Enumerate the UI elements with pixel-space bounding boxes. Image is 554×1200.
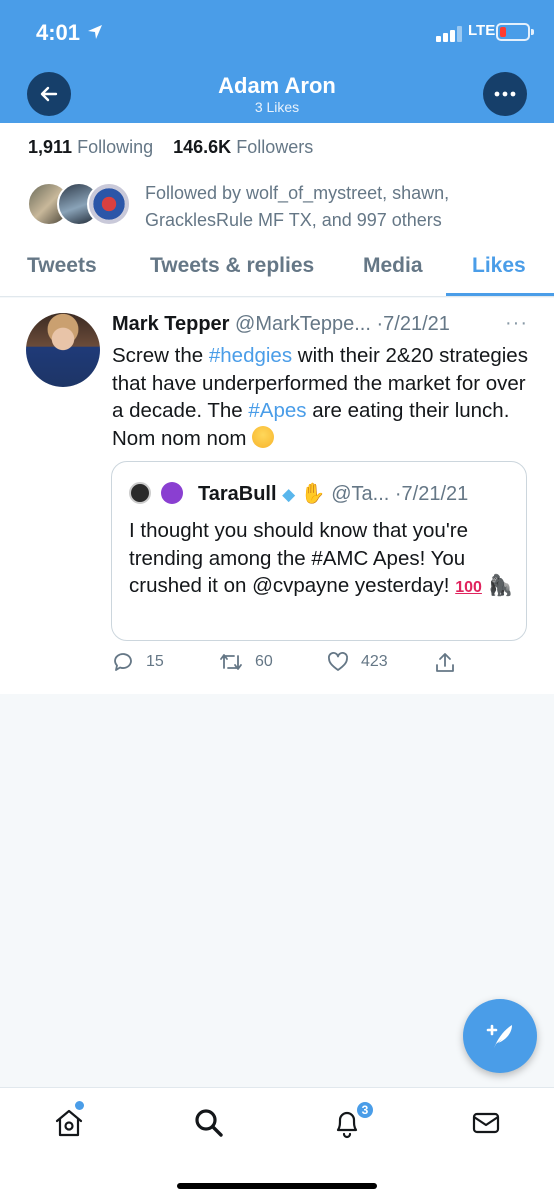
heart-icon xyxy=(328,652,348,671)
status-time: 4:01 xyxy=(36,20,81,45)
quoted-author-handle: @Ta... xyxy=(331,483,390,505)
more-options-button[interactable] xyxy=(483,72,527,116)
home-icon[interactable] xyxy=(53,1107,85,1139)
profile-section: 1,911 Following 146.6K Followers Followe… xyxy=(0,123,554,297)
like-button[interactable]: 423 xyxy=(327,651,388,673)
gem-emoji-icon: ◆ xyxy=(282,485,296,504)
hashtag-link[interactable]: #Apes xyxy=(248,399,306,422)
battery-tip xyxy=(531,29,534,35)
retweet-icon xyxy=(220,654,242,670)
followers-link[interactable]: 146.6K Followers xyxy=(173,137,313,157)
profile-tabs: Tweets Tweets & replies Media Likes xyxy=(0,250,554,297)
avatar xyxy=(129,482,151,504)
header: 4:01 LTE Adam Aron 3 Likes xyxy=(0,0,554,123)
like-count: 423 xyxy=(361,653,388,670)
follow-counts: 1,911 Following 146.6K Followers xyxy=(28,137,313,158)
reply-button[interactable]: 15 xyxy=(112,651,164,673)
gorilla-emoji-icon: 🦍 xyxy=(487,574,514,597)
yum-face-emoji-icon xyxy=(252,425,275,448)
quoted-tweet-date: ·7/21/21 xyxy=(394,483,469,505)
raised-hands-emoji-icon: ✋ xyxy=(300,483,326,505)
avatar xyxy=(87,182,131,226)
tab-likes[interactable]: Likes xyxy=(472,254,526,278)
avatar[interactable] xyxy=(26,313,100,387)
tweet-card[interactable]: Mark Tepper @MarkTeppe... ·7/21/21 ··· S… xyxy=(0,298,554,694)
quoted-tweet[interactable]: TaraBull ◆ ✋ @Ta... ·7/21/21 I thought y… xyxy=(111,461,527,641)
quoted-tweet-header: TaraBull ◆ ✋ @Ta... ·7/21/21 xyxy=(198,481,468,506)
tweet-header: Mark Tepper @MarkTeppe... ·7/21/21 xyxy=(112,313,450,336)
battery-icon xyxy=(496,23,530,41)
compose-tweet-button[interactable] xyxy=(463,999,537,1073)
share-icon xyxy=(436,653,454,672)
mail-icon[interactable] xyxy=(470,1107,502,1139)
network-type: LTE xyxy=(468,22,496,39)
tweet-text: Screw the #hedgies with their 2&20 strat… xyxy=(112,344,528,450)
retweet-count: 60 xyxy=(255,653,273,670)
followed-by-avatars[interactable] xyxy=(27,182,137,230)
home-new-dot xyxy=(75,1101,84,1110)
notification-badge: 3 xyxy=(355,1100,375,1120)
tweet-author-handle: @MarkTeppe... xyxy=(235,313,371,335)
location-arrow-icon xyxy=(88,25,102,39)
status-bar: 4:01 LTE xyxy=(0,0,554,64)
followed-by-text[interactable]: Followed by wolf_of_mystreet, shawn, Gra… xyxy=(145,180,525,234)
tweet-date: ·7/21/21 xyxy=(376,313,450,335)
quoted-author-name: TaraBull xyxy=(198,483,277,505)
comment-icon xyxy=(114,653,132,671)
tab-tweets-and-replies[interactable]: Tweets & replies xyxy=(150,254,314,278)
active-tab-indicator xyxy=(446,293,554,296)
tweet-more-button[interactable]: ··· xyxy=(505,312,528,335)
reply-count: 15 xyxy=(146,653,164,670)
purple-circle-emoji-icon xyxy=(161,482,183,504)
hundred-points-emoji-icon: 100 xyxy=(455,579,482,596)
quoted-tweet-text: I thought you should know that you're tr… xyxy=(129,519,514,597)
compose-icon xyxy=(486,1024,512,1048)
likes-count-subtitle: 3 Likes xyxy=(254,99,300,115)
search-icon[interactable] xyxy=(193,1107,225,1139)
ellipsis-icon xyxy=(494,91,516,97)
home-indicator xyxy=(177,1183,377,1189)
share-button[interactable] xyxy=(433,651,457,675)
hashtag-link[interactable]: #hedgies xyxy=(209,344,292,367)
tweet-author-name[interactable]: Mark Tepper xyxy=(112,313,229,335)
tab-media[interactable]: Media xyxy=(363,254,423,278)
tweet-actions: 15 60 423 xyxy=(0,651,554,677)
retweet-button[interactable]: 60 xyxy=(219,651,273,673)
following-link[interactable]: 1,911 Following xyxy=(28,137,153,157)
tab-tweets[interactable]: Tweets xyxy=(27,254,97,278)
signal-icon xyxy=(436,26,462,42)
profile-name-title: Adam Aron xyxy=(218,73,336,98)
